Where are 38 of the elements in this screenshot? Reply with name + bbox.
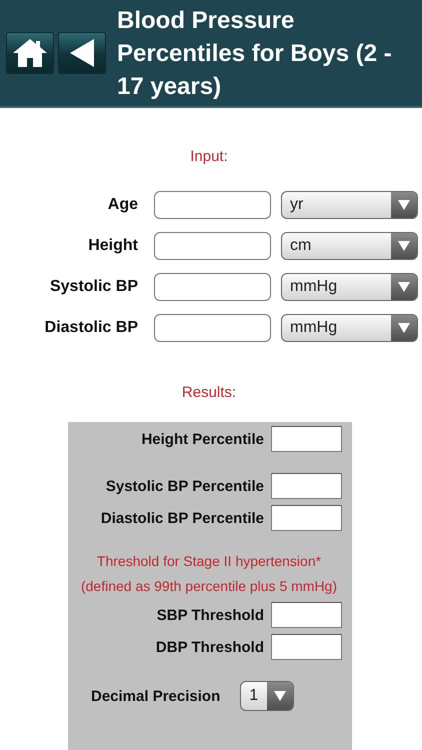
precision-dropdown[interactable]: 1	[240, 681, 294, 711]
unit-dropdown[interactable]: mmHg	[281, 314, 418, 342]
page-title: Blood Pressure Percentiles for Boys (2 - 17 years)	[117, 6, 393, 102]
back-icon	[68, 38, 96, 68]
threshold-note: (defined as 99th percentile plus 5 mmHg)	[80, 577, 338, 596]
dropdown-arrow-icon	[274, 691, 286, 701]
home-icon	[12, 38, 48, 68]
result-field[interactable]	[271, 473, 342, 499]
field-label: Height	[87, 237, 138, 255]
result-field[interactable]	[271, 602, 342, 628]
input-field[interactable]	[154, 191, 271, 219]
result-label: DBP Threshold	[156, 638, 264, 656]
field-label: Diastolic BP	[44, 319, 138, 337]
input-field[interactable]	[154, 314, 271, 342]
home-button[interactable]	[6, 32, 54, 74]
unit-dropdown[interactable]: cm	[281, 232, 418, 260]
unit-dropdown[interactable]: yr	[281, 191, 418, 219]
precision-label: Decimal Precision	[91, 688, 220, 704]
dropdown-arrow-icon	[398, 282, 410, 292]
dropdown-arrow-icon	[398, 323, 410, 333]
section-heading: Input:	[189, 148, 229, 165]
section-heading: Results:	[180, 384, 238, 401]
result-field[interactable]	[271, 426, 342, 452]
field-label: Age	[106, 196, 138, 214]
result-field[interactable]	[271, 634, 342, 660]
result-label: SBP Threshold	[156, 606, 264, 624]
input-field[interactable]	[154, 273, 271, 301]
result-label: Height Percentile	[141, 430, 264, 448]
dropdown-arrow-icon	[398, 241, 410, 251]
threshold-note: Threshold for Stage II hypertension*	[96, 552, 322, 571]
field-label: Systolic BP	[48, 278, 138, 296]
result-label: Diastolic BP Percentile	[100, 510, 264, 526]
result-label: Systolic BP Percentile	[106, 478, 264, 494]
back-button[interactable]	[58, 32, 106, 74]
result-field[interactable]	[271, 505, 342, 531]
input-field[interactable]	[154, 232, 271, 260]
unit-dropdown[interactable]: mmHg	[281, 273, 418, 301]
dropdown-arrow-icon	[398, 200, 410, 210]
